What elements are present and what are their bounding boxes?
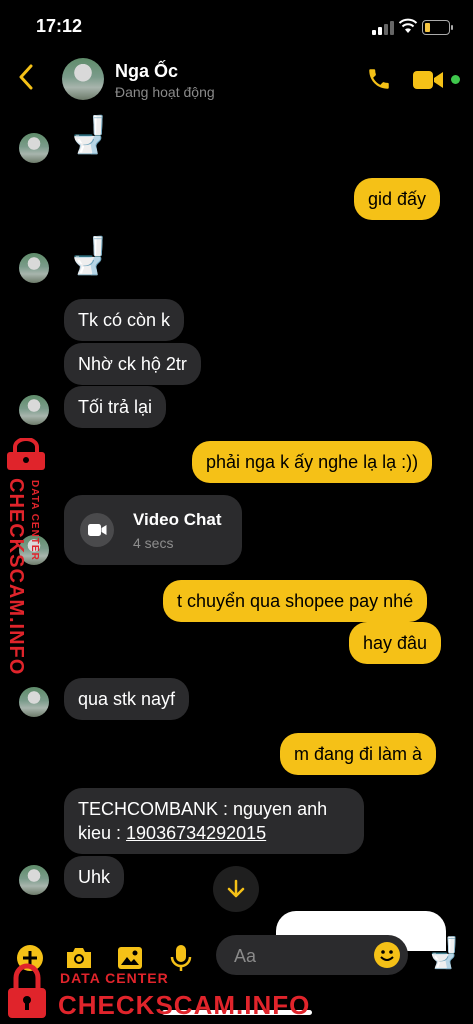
video-chat-card[interactable]: Video Chat 4 secs [64,495,242,565]
arrow-down-icon [227,879,245,898]
message-bubble-in[interactable]: Nhờ ck hộ 2tr [64,343,201,385]
toilet-emoji-message[interactable]: 🚽 [66,115,111,155]
phone-icon[interactable] [366,66,392,92]
chevron-left-icon [19,64,33,90]
camera-button[interactable] [64,943,94,973]
message-avatar [19,253,49,283]
contact-status: Đang hoạt động [115,84,215,100]
watermark-brand: CHECKSCAM.INFO [58,990,311,1020]
message-bubble-out[interactable]: gid đấy [354,178,441,220]
contact-name[interactable]: Nga Ốc [115,61,178,82]
watermark-brand-vertical: CHECKSCAM.INFO [5,478,27,676]
bank-account-message[interactable]: TECHCOMBANK : nguyen anh kieu : 19036734… [64,788,364,854]
toilet-icon[interactable]: 🚽 [425,934,462,974]
microphone-button[interactable] [166,943,196,973]
message-bubble-out[interactable]: t chuyển qua shopee pay nhé [163,580,428,622]
scroll-to-bottom-button[interactable] [213,866,259,912]
message-avatar [19,865,49,895]
video-chat-duration: 4 secs [133,535,174,551]
microphone-icon [170,945,192,971]
video-camera-icon[interactable] [412,70,444,90]
message-avatar [19,395,49,425]
video-chat-icon [80,513,114,547]
message-avatar [19,687,49,717]
emoji-icon[interactable] [374,942,400,968]
message-bubble-in[interactable]: Tk có còn k [64,299,185,341]
watermark-tagline: DATA CENTER [60,970,169,986]
status-time: 17:12 [36,16,83,36]
toilet-emoji-message[interactable]: 🚽 [66,236,111,276]
back-button[interactable] [18,64,34,96]
message-bubble-out[interactable]: phải nga k ấy nghe lạ lạ :)) [192,441,433,483]
message-bubble-in[interactable]: Uhk [64,856,125,898]
message-bubble-out[interactable]: m đang đi làm à [280,733,437,775]
message-input[interactable] [232,935,366,977]
message-bubble-in[interactable]: Tối trả lại [64,386,167,428]
gallery-button[interactable] [115,943,145,973]
wifi-icon [398,18,418,33]
battery-icon [422,20,453,35]
message-bubble-in[interactable]: qua stk nayf [64,678,190,720]
account-number-link[interactable]: 19036734292015 [126,823,266,843]
video-chat-title: Video Chat [133,510,222,529]
message-input-box[interactable] [216,935,408,977]
camera-icon [67,948,91,968]
message-avatar [19,133,49,163]
image-icon [118,947,142,969]
watermark-tagline-vertical: DATA CENTER [29,480,40,561]
online-indicator [451,75,460,84]
contact-avatar[interactable] [62,58,104,100]
lock-watermark-icon [8,963,46,1018]
lock-watermark-icon [7,438,45,470]
signal-icon [372,21,394,35]
message-bubble-out[interactable]: hay đâu [349,622,442,664]
